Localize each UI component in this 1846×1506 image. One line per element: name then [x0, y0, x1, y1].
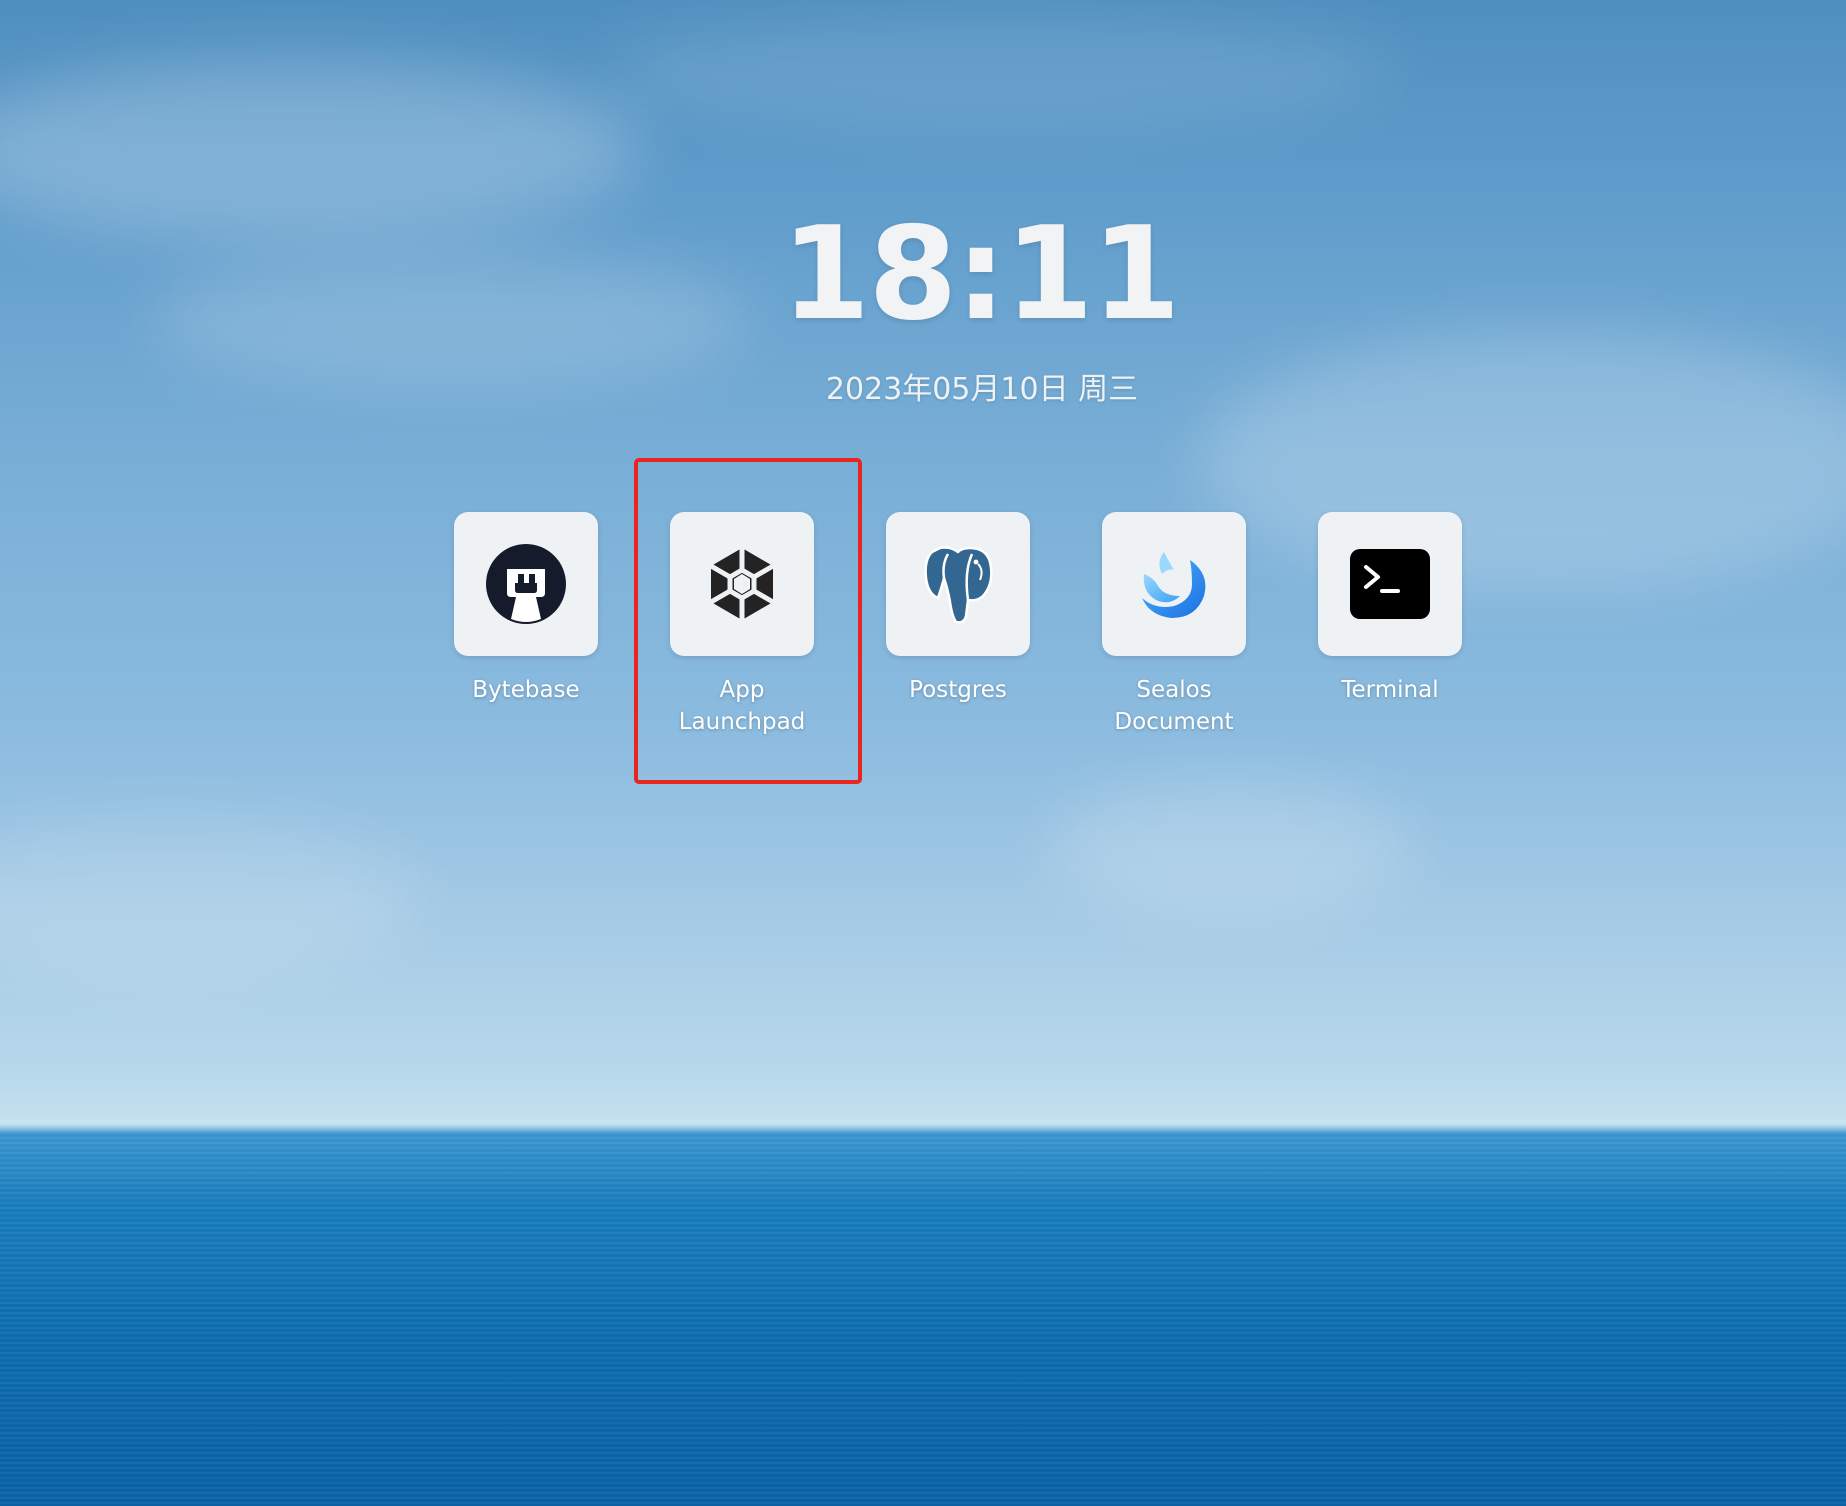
app-tile[interactable] — [454, 512, 598, 656]
app-tile[interactable] — [670, 512, 814, 656]
app-bytebase[interactable]: Bytebase — [454, 512, 598, 738]
app-label: App Launchpad — [678, 677, 806, 735]
app-grid: Bytebase App Launchpad Postgres Sealos D… — [454, 512, 1462, 738]
hexagon-launchpad-icon — [709, 548, 775, 620]
app-label: Postgres — [909, 677, 1007, 703]
app-app-launchpad[interactable]: App Launchpad — [670, 512, 814, 738]
app-postgres[interactable]: Postgres — [886, 512, 1030, 738]
app-label: Terminal — [1341, 677, 1439, 703]
bytebase-icon — [486, 544, 566, 624]
desktop-date: 2023年05月10日 周三 — [825, 372, 1139, 407]
cloud — [1050, 780, 1410, 920]
sealos-document-icon — [1142, 552, 1206, 618]
app-label: Bytebase — [472, 677, 580, 703]
app-label: Sealos Document — [1114, 677, 1234, 735]
app-tile[interactable] — [1318, 512, 1462, 656]
sea — [0, 1132, 1846, 1506]
postgres-elephant-icon — [924, 546, 993, 624]
app-terminal[interactable]: Terminal — [1318, 512, 1462, 738]
terminal-icon — [1350, 549, 1430, 619]
app-sealos-document[interactable]: Sealos Document — [1102, 512, 1246, 738]
desktop-clock: 18:11 — [781, 200, 1180, 349]
cloud — [600, 10, 1400, 130]
app-tile[interactable] — [886, 512, 1030, 656]
cloud — [0, 820, 420, 980]
desktop: 18:11 2023年05月10日 周三 Bytebase App Launch… — [0, 0, 1846, 1506]
app-tile[interactable] — [1102, 512, 1246, 656]
